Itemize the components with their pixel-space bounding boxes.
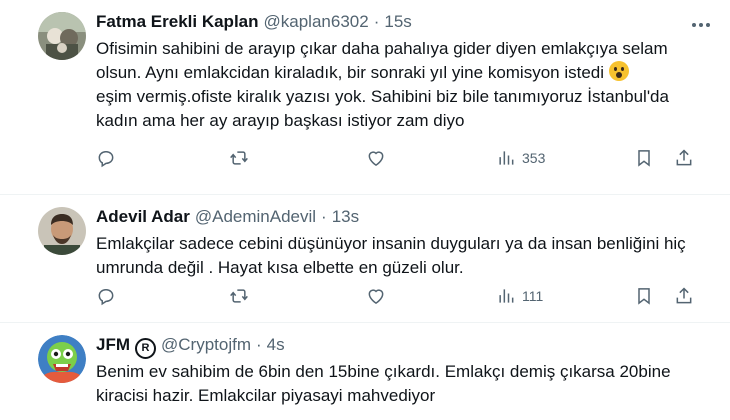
face-screaming-in-fear-icon [608,61,629,81]
avatar-image [38,12,86,60]
like-button[interactable] [366,286,386,306]
reply-icon [98,151,114,168]
retweet-icon [230,151,248,165]
tweet[interactable]: Adevil Adar @AdeminAdevil · 13s Emlakçil… [0,195,730,323]
avatar[interactable] [38,207,86,255]
tweet-text: Benim ev sahibim de 6bin den 15bine çıka… [96,362,676,405]
tweet-actions: 111 [96,284,694,308]
bookmark-button[interactable] [634,286,654,306]
views-button[interactable]: 111 [496,286,543,306]
retweet-button[interactable] [229,148,249,168]
share-icon [676,149,692,166]
views-chart-icon [499,151,514,165]
user-handle[interactable]: @Cryptojfm [161,335,251,355]
tweet-text-part: Ofisimin sahibini de arayıp çıkar daha p… [96,39,673,82]
user-name[interactable]: Adevil Adar [96,207,190,227]
tweet-actions: 353 [96,146,694,170]
user-name[interactable]: Fatma Erekli Kaplan [96,12,259,32]
timestamp[interactable]: 13s [332,207,359,227]
reply-button[interactable] [96,148,116,168]
more-options-icon[interactable] [690,14,712,36]
views-button[interactable]: 353 [496,148,545,168]
user-handle[interactable]: @kaplan6302 [264,12,369,32]
tweet-feed: Fatma Erekli Kaplan @kaplan6302 · 15s Of… [0,0,730,420]
share-icon [676,287,692,304]
tweet-header: Fatma Erekli Kaplan @kaplan6302 · 15s [96,12,714,34]
bookmark-icon [638,150,650,167]
retweet-icon [230,289,248,303]
separator-dot: · [321,207,327,226]
like-button[interactable] [366,148,386,168]
tweet[interactable]: Fatma Erekli Kaplan @kaplan6302 · 15s Of… [0,0,730,195]
registered-badge-icon: R [135,338,156,359]
share-button[interactable] [674,148,694,168]
retweet-button[interactable] [229,286,249,306]
tweet-text: Emlakçilar sadece cebini düşünüyor insan… [96,234,691,277]
tweet-header: JFM R @Cryptojfm · 4s [96,335,714,359]
views-count: 111 [522,288,544,304]
timestamp[interactable]: 15s [384,12,411,32]
heart-icon [368,151,384,166]
tweet-text: Ofisimin sahibini de arayıp çıkar daha p… [96,37,714,133]
avatar-image [38,207,86,255]
avatar[interactable] [38,12,86,60]
tweet-text-part: eşim vermiş.ofiste kiralık yazısı yok. S… [96,87,669,130]
views-count: 353 [522,150,546,166]
reply-button[interactable] [96,286,116,306]
heart-icon [368,289,384,304]
bookmark-icon [638,288,650,305]
views-chart-icon [499,289,514,303]
reply-icon [98,289,114,306]
share-button[interactable] [674,286,694,306]
separator-dot: · [373,12,380,31]
avatar-image [38,335,86,383]
tweet-header: Adevil Adar @AdeminAdevil · 13s [96,207,714,229]
user-name[interactable]: JFM [96,335,130,355]
bookmark-button[interactable] [634,148,654,168]
user-handle[interactable]: @AdeminAdevil [195,207,316,227]
avatar[interactable] [38,335,86,383]
tweet[interactable]: JFM R @Cryptojfm · 4s Benim ev sahibim d… [0,323,730,420]
separator-dot: · [256,335,262,354]
timestamp[interactable]: 4s [267,335,285,355]
